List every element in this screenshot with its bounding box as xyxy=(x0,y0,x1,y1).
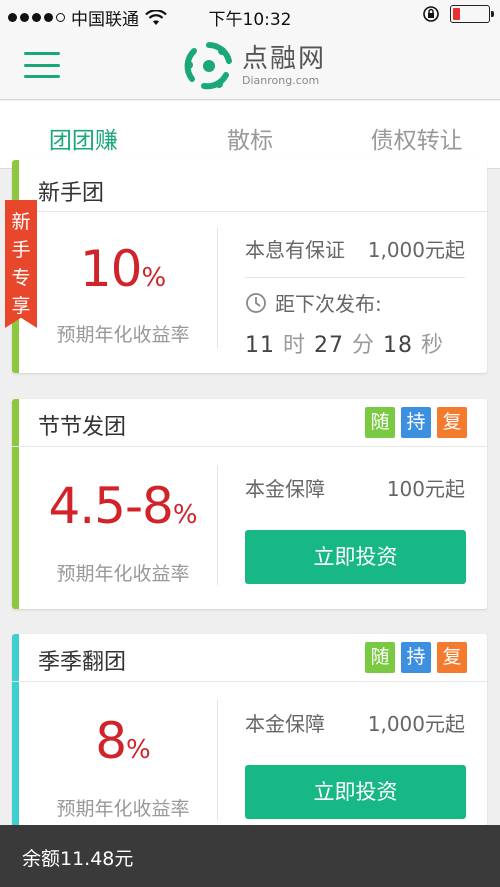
battery-icon xyxy=(450,5,494,23)
rate-label: 预期年化收益率 xyxy=(56,563,190,585)
card-header: 新手团 xyxy=(12,160,487,212)
min-amount: 100元起 xyxy=(386,477,465,501)
minutes-unit: 分 xyxy=(352,333,376,358)
rate-unit: % xyxy=(172,500,198,530)
product-card-jiejiefa[interactable]: 节节发团 随 持 复 4.5-8% 预期年化收益率 本金保障 100元起 立即投… xyxy=(12,399,487,609)
menu-icon[interactable] xyxy=(24,52,60,78)
divider xyxy=(217,228,218,348)
rate-number: 10 xyxy=(79,240,143,298)
guarantee-text: 本金保障 xyxy=(245,712,325,736)
tab-tuantuanzhuan[interactable]: 团团赚 xyxy=(0,101,167,168)
rate-value: 10% xyxy=(38,240,208,298)
min-amount: 1,000元起 xyxy=(367,238,465,262)
product-card-jijifan[interactable]: 季季翻团 随 持 复 8% 预期年化收益率 本金保障 1,000元起 立即投资 xyxy=(12,634,487,844)
dianrong-logo-icon xyxy=(184,42,232,90)
balance-text: 余额11.48元 xyxy=(22,848,134,870)
feature-tags: 随 持 复 xyxy=(365,407,467,438)
countdown-timer: 11 时 27 分 18 秒 xyxy=(245,327,465,359)
rate-number: 4.5-8 xyxy=(48,477,173,535)
invest-now-button[interactable]: 立即投资 xyxy=(245,530,466,584)
divider xyxy=(217,700,218,820)
countdown-seconds: 18 xyxy=(383,333,414,358)
rate-unit: % xyxy=(126,735,151,765)
divider xyxy=(217,465,218,585)
logo: 点融网 Dianrong.com xyxy=(182,39,326,93)
rate-label: 预期年化收益率 xyxy=(56,324,190,346)
logo-text-cn: 点融网 xyxy=(242,44,327,74)
nav-bar: 点融网 Dianrong.com xyxy=(0,30,500,100)
card-title: 季季翻团 xyxy=(38,650,127,675)
rate-value: 8% xyxy=(38,712,208,770)
clock-icon xyxy=(246,292,266,313)
rate-value: 4.5-8% xyxy=(38,477,208,535)
rotation-lock-icon xyxy=(423,6,439,22)
card-title: 新手团 xyxy=(38,181,105,206)
countdown-minutes: 27 xyxy=(314,333,345,358)
card-body: 10% 预期年化收益率 本息有保证 1,000元起 距下次发布: 11 时 27… xyxy=(12,212,487,372)
card-info: 本金保障 100元起 xyxy=(245,473,465,502)
tag-anytime: 随 xyxy=(365,407,395,438)
tag-anytime: 随 xyxy=(365,642,395,673)
countdown-hours: 11 xyxy=(245,333,275,358)
tab-debt-transfer[interactable]: 债权转让 xyxy=(333,101,500,168)
card-header: 节节发团 随 持 复 xyxy=(12,399,487,447)
logo-text-en: Dianrong.com xyxy=(242,74,320,87)
min-amount: 1,000元起 xyxy=(367,712,465,736)
invest-now-button[interactable]: 立即投资 xyxy=(245,765,466,819)
card-body: 4.5-8% 预期年化收益率 本金保障 100元起 立即投资 xyxy=(12,447,487,607)
rate-label: 预期年化收益率 xyxy=(56,798,190,820)
card-info: 本息有保证 1,000元起 距下次发布: 11 时 27 分 18 秒 xyxy=(245,234,465,359)
tab-sanbiao[interactable]: 散标 xyxy=(167,101,334,168)
product-tabs: 团团赚 散标 债权转让 xyxy=(0,101,500,169)
card-info: 本金保障 1,000元起 xyxy=(245,708,465,737)
rate-number: 8 xyxy=(95,712,127,770)
balance-bar: 余额11.48元 xyxy=(0,825,500,887)
product-card-newbie[interactable]: 新手团 10% 预期年化收益率 本息有保证 1,000元起 距下次发布: 11 … xyxy=(12,160,487,373)
hours-unit: 时 xyxy=(283,333,307,358)
rate-unit: % xyxy=(141,263,167,293)
feature-tags: 随 持 复 xyxy=(365,642,467,673)
seconds-unit: 秒 xyxy=(421,333,445,358)
newbie-exclusive-badge: 新手专享 xyxy=(5,200,37,328)
countdown-label: 距下次发布: xyxy=(275,292,382,316)
guarantee-text: 本金保障 xyxy=(245,477,325,501)
guarantee-text: 本息有保证 xyxy=(245,238,345,262)
tag-hold: 持 xyxy=(401,407,431,438)
badge-text: 新手专享 xyxy=(11,211,31,317)
card-body: 8% 预期年化收益率 本金保障 1,000元起 立即投资 xyxy=(12,682,487,842)
status-right xyxy=(422,5,494,23)
card-header: 季季翻团 随 持 复 xyxy=(12,634,487,682)
tag-hold: 持 xyxy=(401,642,431,673)
card-title: 节节发团 xyxy=(38,415,127,440)
status-bar: 中国联通 下午10:32 xyxy=(0,0,500,30)
tag-compound: 复 xyxy=(437,642,467,673)
tag-compound: 复 xyxy=(437,407,467,438)
